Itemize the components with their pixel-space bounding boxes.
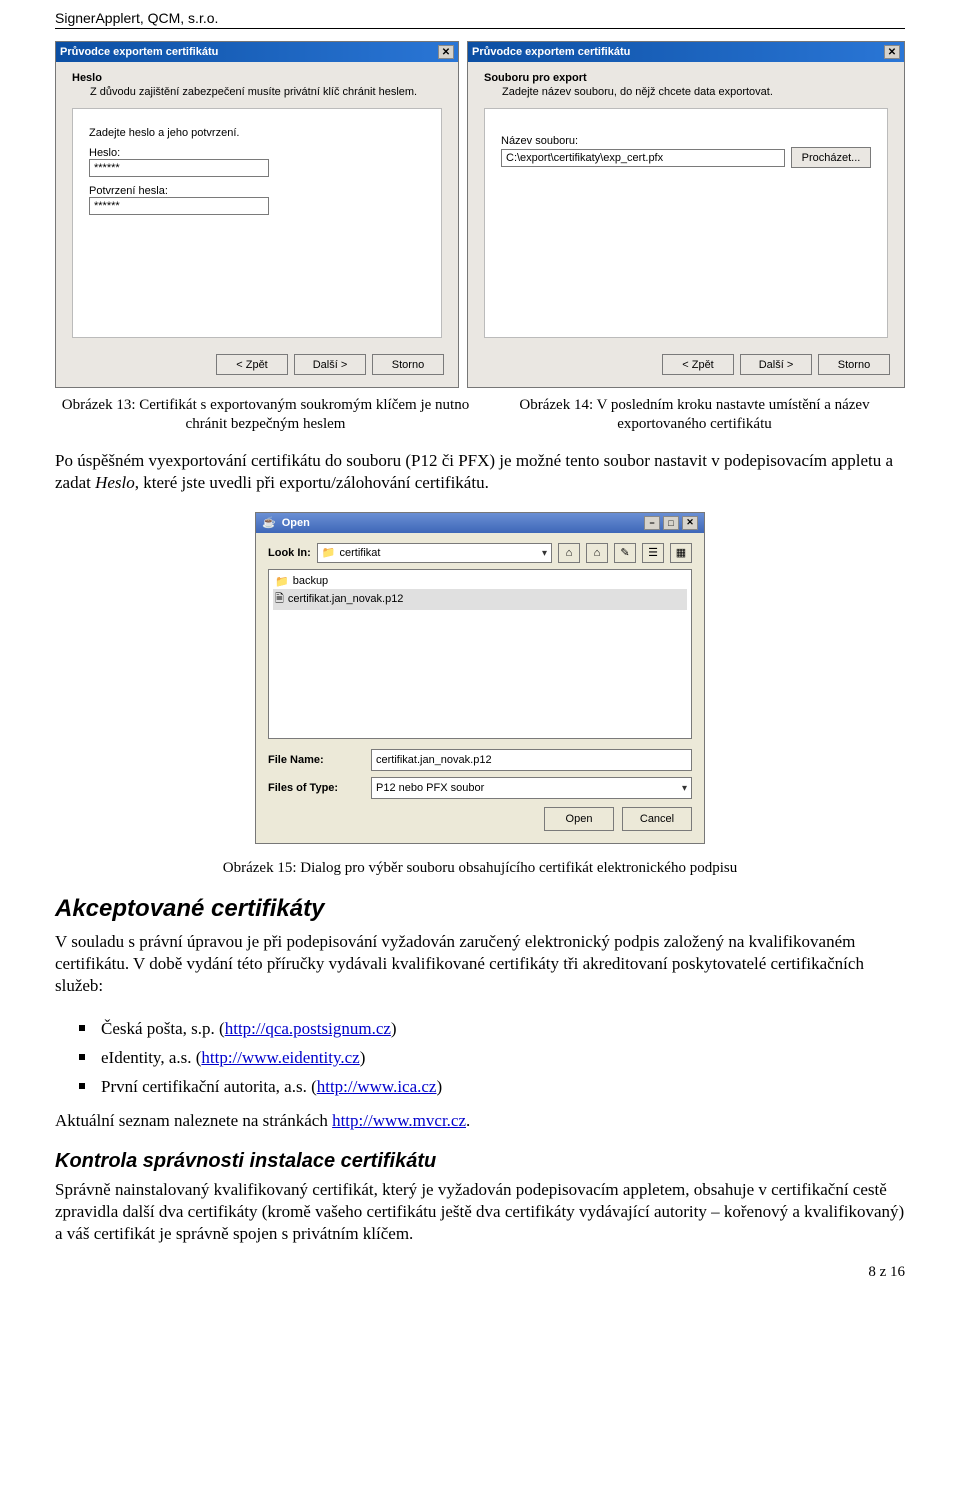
look-in-value: certifikat bbox=[339, 547, 380, 559]
text: Aktuální seznam naleznete na stránkách bbox=[55, 1111, 332, 1130]
folder-item[interactable]: backup bbox=[273, 574, 687, 589]
maximize-icon[interactable]: □ bbox=[663, 516, 679, 530]
panel: Název souboru: Procházet... bbox=[484, 108, 888, 338]
link-ica[interactable]: http://www.ica.cz bbox=[317, 1077, 437, 1096]
text: eIdentity, a.s. ( bbox=[101, 1048, 201, 1067]
file-name-input[interactable]: certifikat.jan_novak.p12 bbox=[371, 749, 692, 771]
confirm-password-input[interactable] bbox=[89, 197, 269, 215]
wizard-dialog-password: Průvodce exportem certifikátu ✕ Heslo Z … bbox=[55, 41, 459, 388]
label-filename: Název souboru: bbox=[501, 135, 871, 147]
item-label: certifikat.jan_novak.p12 bbox=[288, 593, 404, 605]
figure-caption-14: Obrázek 14: V posledním kroku nastavte u… bbox=[484, 396, 905, 434]
link-postsignum[interactable]: http://qca.postsignum.cz bbox=[225, 1019, 391, 1038]
file-icon bbox=[275, 590, 284, 609]
text: Česká pošta, s.p. ( bbox=[101, 1019, 225, 1038]
list-item: Česká pošta, s.p. (http://qca.postsignum… bbox=[85, 1015, 905, 1044]
java-icon: ☕ bbox=[262, 516, 276, 529]
open-file-dialog: ☕ Open − □ ✕ Look In: certifikat ⌂ ⌂ ✎ ☰… bbox=[255, 512, 705, 844]
titlebar: ☕ Open − □ ✕ bbox=[256, 513, 704, 533]
label-file-type: Files of Type: bbox=[268, 782, 363, 794]
list-view-icon[interactable]: ☰ bbox=[642, 543, 664, 563]
password-input[interactable] bbox=[89, 159, 269, 177]
minimize-icon[interactable]: − bbox=[644, 516, 660, 530]
file-list[interactable]: backup certifikat.jan_novak.p12 bbox=[268, 569, 692, 739]
cancel-button[interactable]: Storno bbox=[818, 354, 890, 375]
open-button[interactable]: Open bbox=[544, 807, 614, 831]
label-file-name: File Name: bbox=[268, 754, 363, 766]
new-folder-icon[interactable]: ✎ bbox=[614, 543, 636, 563]
paragraph-export-result: Po úspěšném vyexportování certifikátu do… bbox=[55, 450, 905, 494]
back-button[interactable]: < Zpět bbox=[662, 354, 734, 375]
list-item: eIdentity, a.s. (http://www.eidentity.cz… bbox=[85, 1044, 905, 1073]
document-header: SignerApplert, QCM, s.r.o. bbox=[55, 10, 905, 29]
folder-icon bbox=[322, 546, 336, 559]
file-type-combobox[interactable]: P12 nebo PFX soubor bbox=[371, 777, 692, 799]
label-password: Heslo: bbox=[89, 147, 425, 159]
section-subtitle: Zadejte název souboru, do nějž chcete da… bbox=[484, 86, 888, 98]
browse-button[interactable]: Procházet... bbox=[791, 147, 871, 168]
cancel-button[interactable]: Cancel bbox=[622, 807, 692, 831]
label-confirm: Potvrzení hesla: bbox=[89, 185, 425, 197]
titlebar: Průvodce exportem certifikátu ✕ bbox=[468, 42, 904, 62]
wizard-dialog-export-file: Průvodce exportem certifikátu ✕ Souboru … bbox=[467, 41, 905, 388]
providers-list: Česká pošta, s.p. (http://qca.postsignum… bbox=[55, 1015, 905, 1102]
text: , které jste uvedli při exportu/zálohová… bbox=[135, 473, 489, 492]
close-icon[interactable]: ✕ bbox=[884, 45, 900, 59]
close-icon[interactable]: ✕ bbox=[438, 45, 454, 59]
label-look-in: Look In: bbox=[268, 547, 311, 559]
home-icon[interactable]: ⌂ bbox=[586, 543, 608, 563]
text: První certifikační autorita, a.s. ( bbox=[101, 1077, 317, 1096]
back-button[interactable]: < Zpět bbox=[216, 354, 288, 375]
section-subtitle: Z důvodu zajištění zabezpečení musíte pr… bbox=[72, 86, 442, 98]
section-title: Heslo bbox=[72, 72, 442, 84]
captions-row: Obrázek 13: Certifikát s exportovaným so… bbox=[55, 396, 905, 434]
paragraph-accepted-certs: V souladu s právní úpravou je při podepi… bbox=[55, 931, 905, 997]
heading-accepted-certs: Akceptované certifikáty bbox=[55, 895, 905, 923]
next-button[interactable]: Další > bbox=[294, 354, 366, 375]
chevron-down-icon bbox=[682, 782, 687, 794]
link-mvcr[interactable]: http://www.mvcr.cz bbox=[332, 1111, 466, 1130]
panel: Zadejte heslo a jeho potvrzení. Heslo: P… bbox=[72, 108, 442, 338]
item-label: backup bbox=[293, 575, 328, 587]
dialogs-row: Průvodce exportem certifikátu ✕ Heslo Z … bbox=[55, 41, 905, 388]
text: ) bbox=[391, 1019, 397, 1038]
section-title: Souboru pro export bbox=[484, 72, 888, 84]
up-folder-icon[interactable]: ⌂ bbox=[558, 543, 580, 563]
file-type-value: P12 nebo PFX soubor bbox=[376, 782, 484, 794]
titlebar: Průvodce exportem certifikátu ✕ bbox=[56, 42, 458, 62]
emphasis: Heslo bbox=[95, 473, 135, 492]
prompt-text: Zadejte heslo a jeho potvrzení. bbox=[89, 127, 425, 139]
text: . bbox=[466, 1111, 470, 1130]
dialog-title: Open bbox=[282, 517, 310, 529]
dialog-title: Průvodce exportem certifikátu bbox=[472, 46, 630, 58]
details-view-icon[interactable]: ▦ bbox=[670, 543, 692, 563]
dialog-title: Průvodce exportem certifikátu bbox=[60, 46, 218, 58]
list-item: První certifikační autorita, a.s. (http:… bbox=[85, 1073, 905, 1102]
chevron-down-icon bbox=[542, 547, 547, 559]
heading-install-check: Kontrola správnosti instalace certifikát… bbox=[55, 1150, 905, 1173]
link-eidentity[interactable]: http://www.eidentity.cz bbox=[201, 1048, 359, 1067]
paragraph-list-link: Aktuální seznam naleznete na stránkách h… bbox=[55, 1110, 905, 1132]
figure-caption-13: Obrázek 13: Certifikát s exportovaným so… bbox=[55, 396, 476, 434]
page-number: 8 z 16 bbox=[868, 1264, 905, 1281]
look-in-combobox[interactable]: certifikat bbox=[317, 543, 552, 563]
close-icon[interactable]: ✕ bbox=[682, 516, 698, 530]
folder-icon bbox=[275, 575, 289, 588]
figure-caption-15: Obrázek 15: Dialog pro výběr souboru obs… bbox=[55, 860, 905, 877]
file-item[interactable]: certifikat.jan_novak.p12 bbox=[273, 589, 687, 610]
paragraph-install-check: Správně nainstalovaný kvalifikovaný cert… bbox=[55, 1179, 905, 1245]
file-path-input[interactable] bbox=[501, 149, 785, 167]
cancel-button[interactable]: Storno bbox=[372, 354, 444, 375]
text: ) bbox=[360, 1048, 366, 1067]
next-button[interactable]: Další > bbox=[740, 354, 812, 375]
file-name-value: certifikat.jan_novak.p12 bbox=[376, 754, 492, 766]
text: ) bbox=[436, 1077, 442, 1096]
